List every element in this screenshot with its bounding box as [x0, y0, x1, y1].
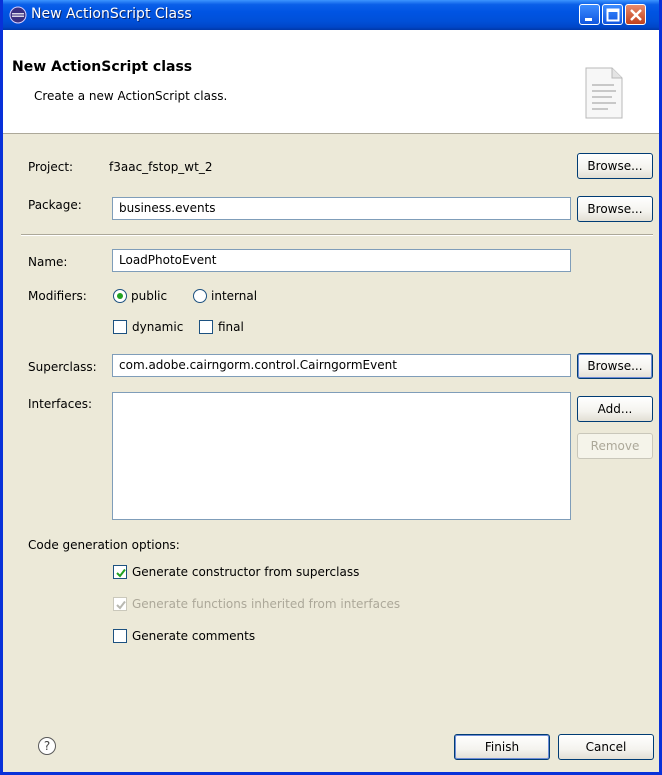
public-radio-label[interactable]: public — [131, 289, 167, 303]
cancel-button[interactable]: Cancel — [558, 734, 654, 760]
gen-comments-checkbox[interactable] — [113, 629, 127, 643]
project-label: Project: — [28, 160, 74, 174]
gen-constructor-label[interactable]: Generate constructor from superclass — [132, 565, 359, 579]
wizard-title: New ActionScript class — [12, 59, 193, 75]
separator — [21, 234, 653, 236]
gen-functions-checkbox[interactable] — [113, 597, 127, 611]
final-checkbox-label[interactable]: final — [218, 320, 244, 334]
public-radio[interactable] — [113, 289, 127, 303]
package-input[interactable]: business.events — [112, 197, 571, 220]
minimize-button[interactable] — [579, 4, 600, 25]
dynamic-checkbox-label[interactable]: dynamic — [132, 320, 183, 334]
project-browse-button[interactable]: Browse... — [577, 153, 653, 179]
name-label: Name: — [28, 255, 68, 269]
superclass-browse-button[interactable]: Browse... — [577, 353, 653, 379]
superclass-label: Superclass: — [28, 360, 97, 374]
dialog-window: New ActionScript Class New ActionScript … — [0, 0, 662, 775]
help-icon[interactable]: ? — [38, 737, 56, 755]
package-label: Package: — [28, 198, 82, 212]
superclass-input[interactable]: com.adobe.cairngorm.control.CairngormEve… — [112, 354, 571, 377]
modifiers-label: Modifiers: — [28, 289, 87, 303]
window-title: New ActionScript Class — [31, 6, 192, 22]
remove-interface-button[interactable]: Remove — [577, 433, 653, 459]
interfaces-label: Interfaces: — [28, 397, 93, 411]
add-interface-button[interactable]: Add... — [577, 396, 653, 422]
eclipse-app-icon — [9, 6, 27, 24]
close-icon — [630, 9, 642, 21]
check-icon — [116, 568, 126, 578]
gen-functions-label[interactable]: Generate functions inherited from interf… — [132, 597, 400, 611]
new-file-icon — [585, 67, 623, 119]
wizard-description: Create a new ActionScript class. — [34, 89, 228, 103]
title-bar[interactable]: New ActionScript Class — [3, 0, 659, 30]
minimize-icon — [585, 18, 592, 21]
final-checkbox[interactable] — [199, 320, 213, 334]
internal-radio[interactable] — [193, 289, 207, 303]
interfaces-list[interactable] — [112, 392, 571, 520]
codegen-label: Code generation options: — [28, 538, 180, 552]
name-input[interactable]: LoadPhotoEvent — [112, 249, 571, 272]
maximize-button[interactable] — [602, 4, 623, 25]
finish-button[interactable]: Finish — [454, 734, 550, 760]
package-browse-button[interactable]: Browse... — [577, 196, 653, 222]
project-value: f3aac_fstop_wt_2 — [109, 160, 213, 174]
wizard-header: New ActionScript class Create a new Acti… — [3, 30, 659, 134]
dynamic-checkbox[interactable] — [113, 320, 127, 334]
gen-comments-label[interactable]: Generate comments — [132, 629, 255, 643]
close-button[interactable] — [625, 4, 646, 25]
gen-constructor-checkbox[interactable] — [113, 565, 127, 579]
maximize-icon — [606, 8, 620, 22]
check-icon — [116, 600, 126, 610]
internal-radio-label[interactable]: internal — [211, 289, 257, 303]
